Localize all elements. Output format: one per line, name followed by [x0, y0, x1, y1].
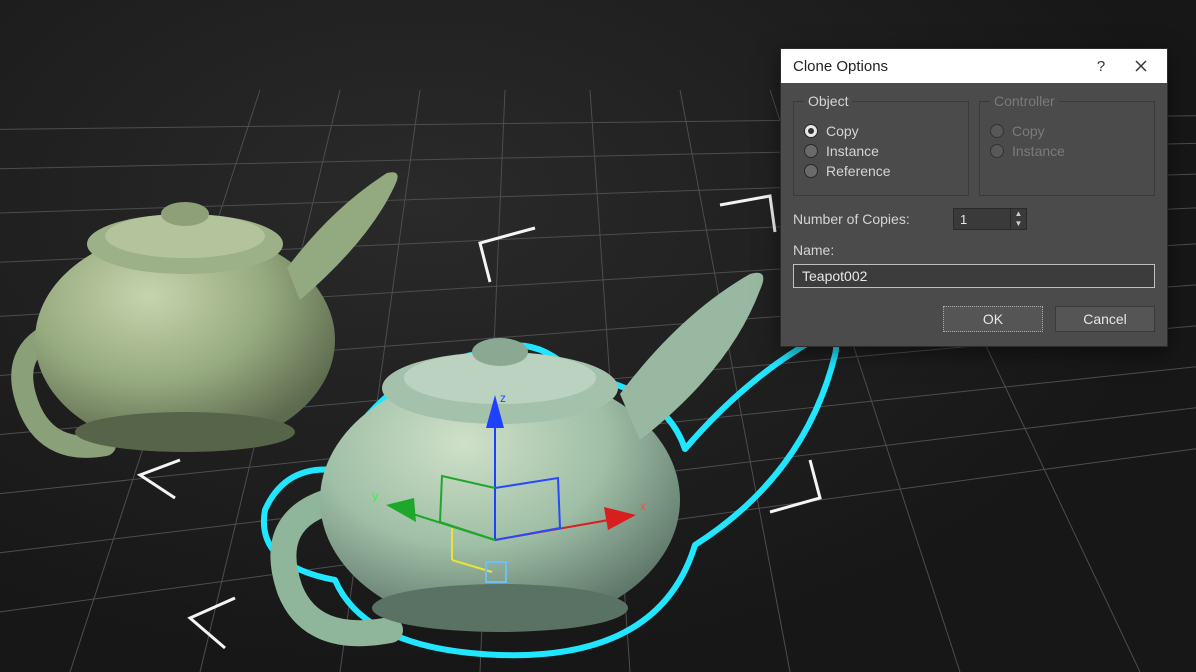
copies-input[interactable] — [954, 212, 1010, 227]
object-group: Object Copy Instance Reference — [793, 93, 969, 196]
radio-icon — [804, 124, 818, 138]
name-label: Name: — [793, 242, 1155, 258]
axis-label-x: x — [640, 499, 646, 513]
object-reference-radio[interactable]: Reference — [804, 163, 958, 179]
axis-label-y: y — [372, 489, 378, 503]
controller-copy-radio: Copy — [990, 123, 1144, 139]
copies-spinner[interactable]: ▲ ▼ — [953, 208, 1027, 230]
controller-instance-radio: Instance — [990, 143, 1144, 159]
dialog-titlebar[interactable]: Clone Options ? — [781, 49, 1167, 83]
radio-icon — [990, 144, 1004, 158]
copies-label: Number of Copies: — [793, 211, 943, 227]
teapot-unselected[interactable] — [22, 172, 397, 452]
radio-icon — [804, 164, 818, 178]
spinner-up-icon[interactable]: ▲ — [1011, 209, 1026, 219]
ok-button[interactable]: OK — [943, 306, 1043, 332]
name-input[interactable] — [793, 264, 1155, 288]
spinner-down-icon[interactable]: ▼ — [1011, 219, 1026, 229]
radio-icon — [804, 144, 818, 158]
object-instance-radio[interactable]: Instance — [804, 143, 958, 159]
close-button[interactable] — [1121, 50, 1161, 82]
clone-options-dialog: Clone Options ? Object Copy Instance — [780, 48, 1168, 347]
cancel-button[interactable]: Cancel — [1055, 306, 1155, 332]
dialog-title: Clone Options — [793, 58, 1081, 75]
controller-group-legend: Controller — [990, 93, 1059, 109]
axis-label-z: z — [500, 391, 506, 405]
radio-icon — [990, 124, 1004, 138]
controller-group: Controller Copy Instance — [979, 93, 1155, 196]
close-icon — [1135, 60, 1147, 72]
object-group-legend: Object — [804, 93, 852, 109]
object-copy-radio[interactable]: Copy — [804, 123, 958, 139]
help-button[interactable]: ? — [1081, 50, 1121, 82]
